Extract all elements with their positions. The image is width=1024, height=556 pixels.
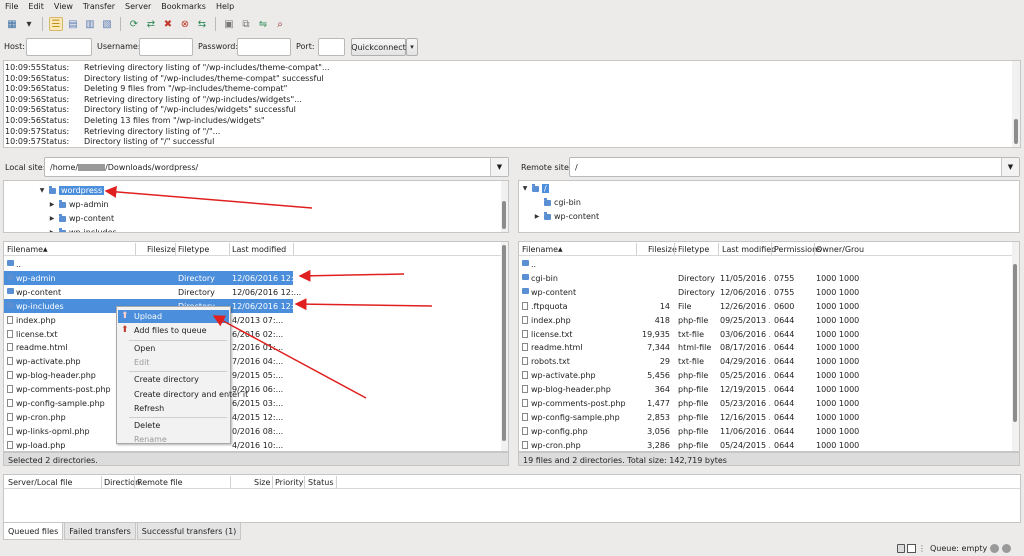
annotation-arrows bbox=[104, 185, 433, 399]
arrow-to-upload bbox=[212, 315, 367, 399]
arrow-to-wp-admin bbox=[298, 269, 405, 282]
arrow-to-wordpress-folder bbox=[104, 185, 313, 209]
arrow-to-wp-includes bbox=[294, 298, 433, 311]
